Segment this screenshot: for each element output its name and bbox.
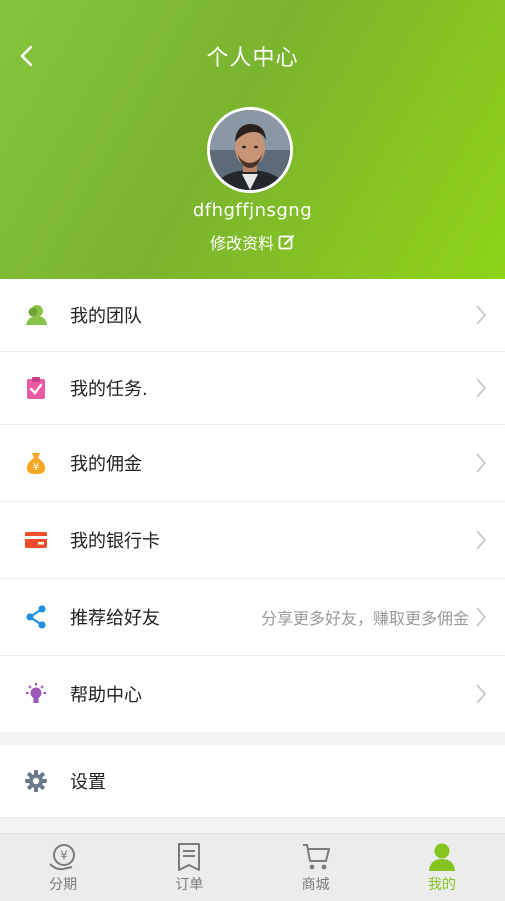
svg-text:¥: ¥	[60, 849, 68, 863]
avatar[interactable]	[207, 107, 293, 193]
menu-item-help[interactable]: 帮助中心	[0, 656, 505, 732]
share-hint: 分享更多好友，赚取更多佣金	[260, 609, 469, 628]
edit-profile-label: 修改资料	[209, 234, 274, 253]
tab-order[interactable]: 订单	[126, 834, 252, 901]
svg-text:¥: ¥	[33, 462, 39, 473]
menu-list: 我的团队 我的任务. ¥ 我的佣金 我的银行卡 推荐给好友 分享更多好友，赚取更…	[0, 279, 505, 732]
menu-item-bank-card[interactable]: 我的银行卡	[0, 502, 505, 579]
cart-icon	[302, 844, 330, 870]
tab-installment[interactable]: ¥ 分期	[0, 834, 126, 901]
profile-header: 个人中心 dfhgffjnsgng 修改资料	[0, 0, 505, 279]
tab-profile[interactable]: 我的	[379, 834, 505, 901]
tab-label: 我的	[427, 877, 456, 893]
menu-item-share[interactable]: 推荐给好友 分享更多好友，赚取更多佣金	[0, 579, 505, 656]
settings-label: 设置	[70, 772, 106, 793]
menu-item-team[interactable]: 我的团队	[0, 279, 505, 352]
menu-item-label: 我的银行卡	[70, 531, 160, 552]
task-icon	[24, 376, 48, 400]
menu-item-label: 我的任务.	[70, 379, 148, 400]
gear-icon	[24, 769, 48, 793]
chevron-right-icon	[476, 453, 487, 473]
bottom-tab-bar: ¥ 分期 订单 商城 我的	[0, 833, 505, 901]
tab-label: 商城	[301, 877, 330, 893]
installment-icon: ¥	[49, 844, 76, 871]
page-title: 个人中心	[206, 46, 299, 71]
menu-item-settings[interactable]: 设置	[0, 745, 505, 818]
bank-card-icon	[24, 528, 48, 552]
chevron-right-icon	[476, 530, 487, 550]
menu-item-label: 帮助中心	[70, 685, 142, 706]
lightbulb-icon	[24, 682, 48, 706]
money-bag-icon: ¥	[24, 451, 48, 475]
menu-item-commission[interactable]: ¥ 我的佣金	[0, 425, 505, 502]
chevron-right-icon	[476, 607, 487, 627]
menu-item-label: 推荐给好友	[70, 608, 160, 629]
menu-item-label: 我的团队	[70, 306, 142, 327]
team-icon	[24, 303, 48, 327]
order-icon	[178, 843, 201, 871]
username: dfhgffjnsgng	[192, 200, 313, 221]
chevron-right-icon	[476, 378, 487, 398]
menu-item-task[interactable]: 我的任务.	[0, 352, 505, 425]
share-icon	[24, 605, 48, 629]
menu-item-label: 我的佣金	[70, 454, 142, 475]
tab-label: 分期	[49, 877, 78, 893]
profile-icon	[428, 843, 455, 871]
user-photo	[210, 110, 290, 190]
chevron-right-icon	[476, 305, 487, 325]
edit-profile-link[interactable]: 修改资料	[0, 230, 505, 254]
edit-icon	[278, 234, 294, 249]
tab-shop[interactable]: 商城	[253, 834, 379, 901]
tab-label: 订单	[175, 877, 204, 893]
chevron-right-icon	[476, 684, 487, 704]
